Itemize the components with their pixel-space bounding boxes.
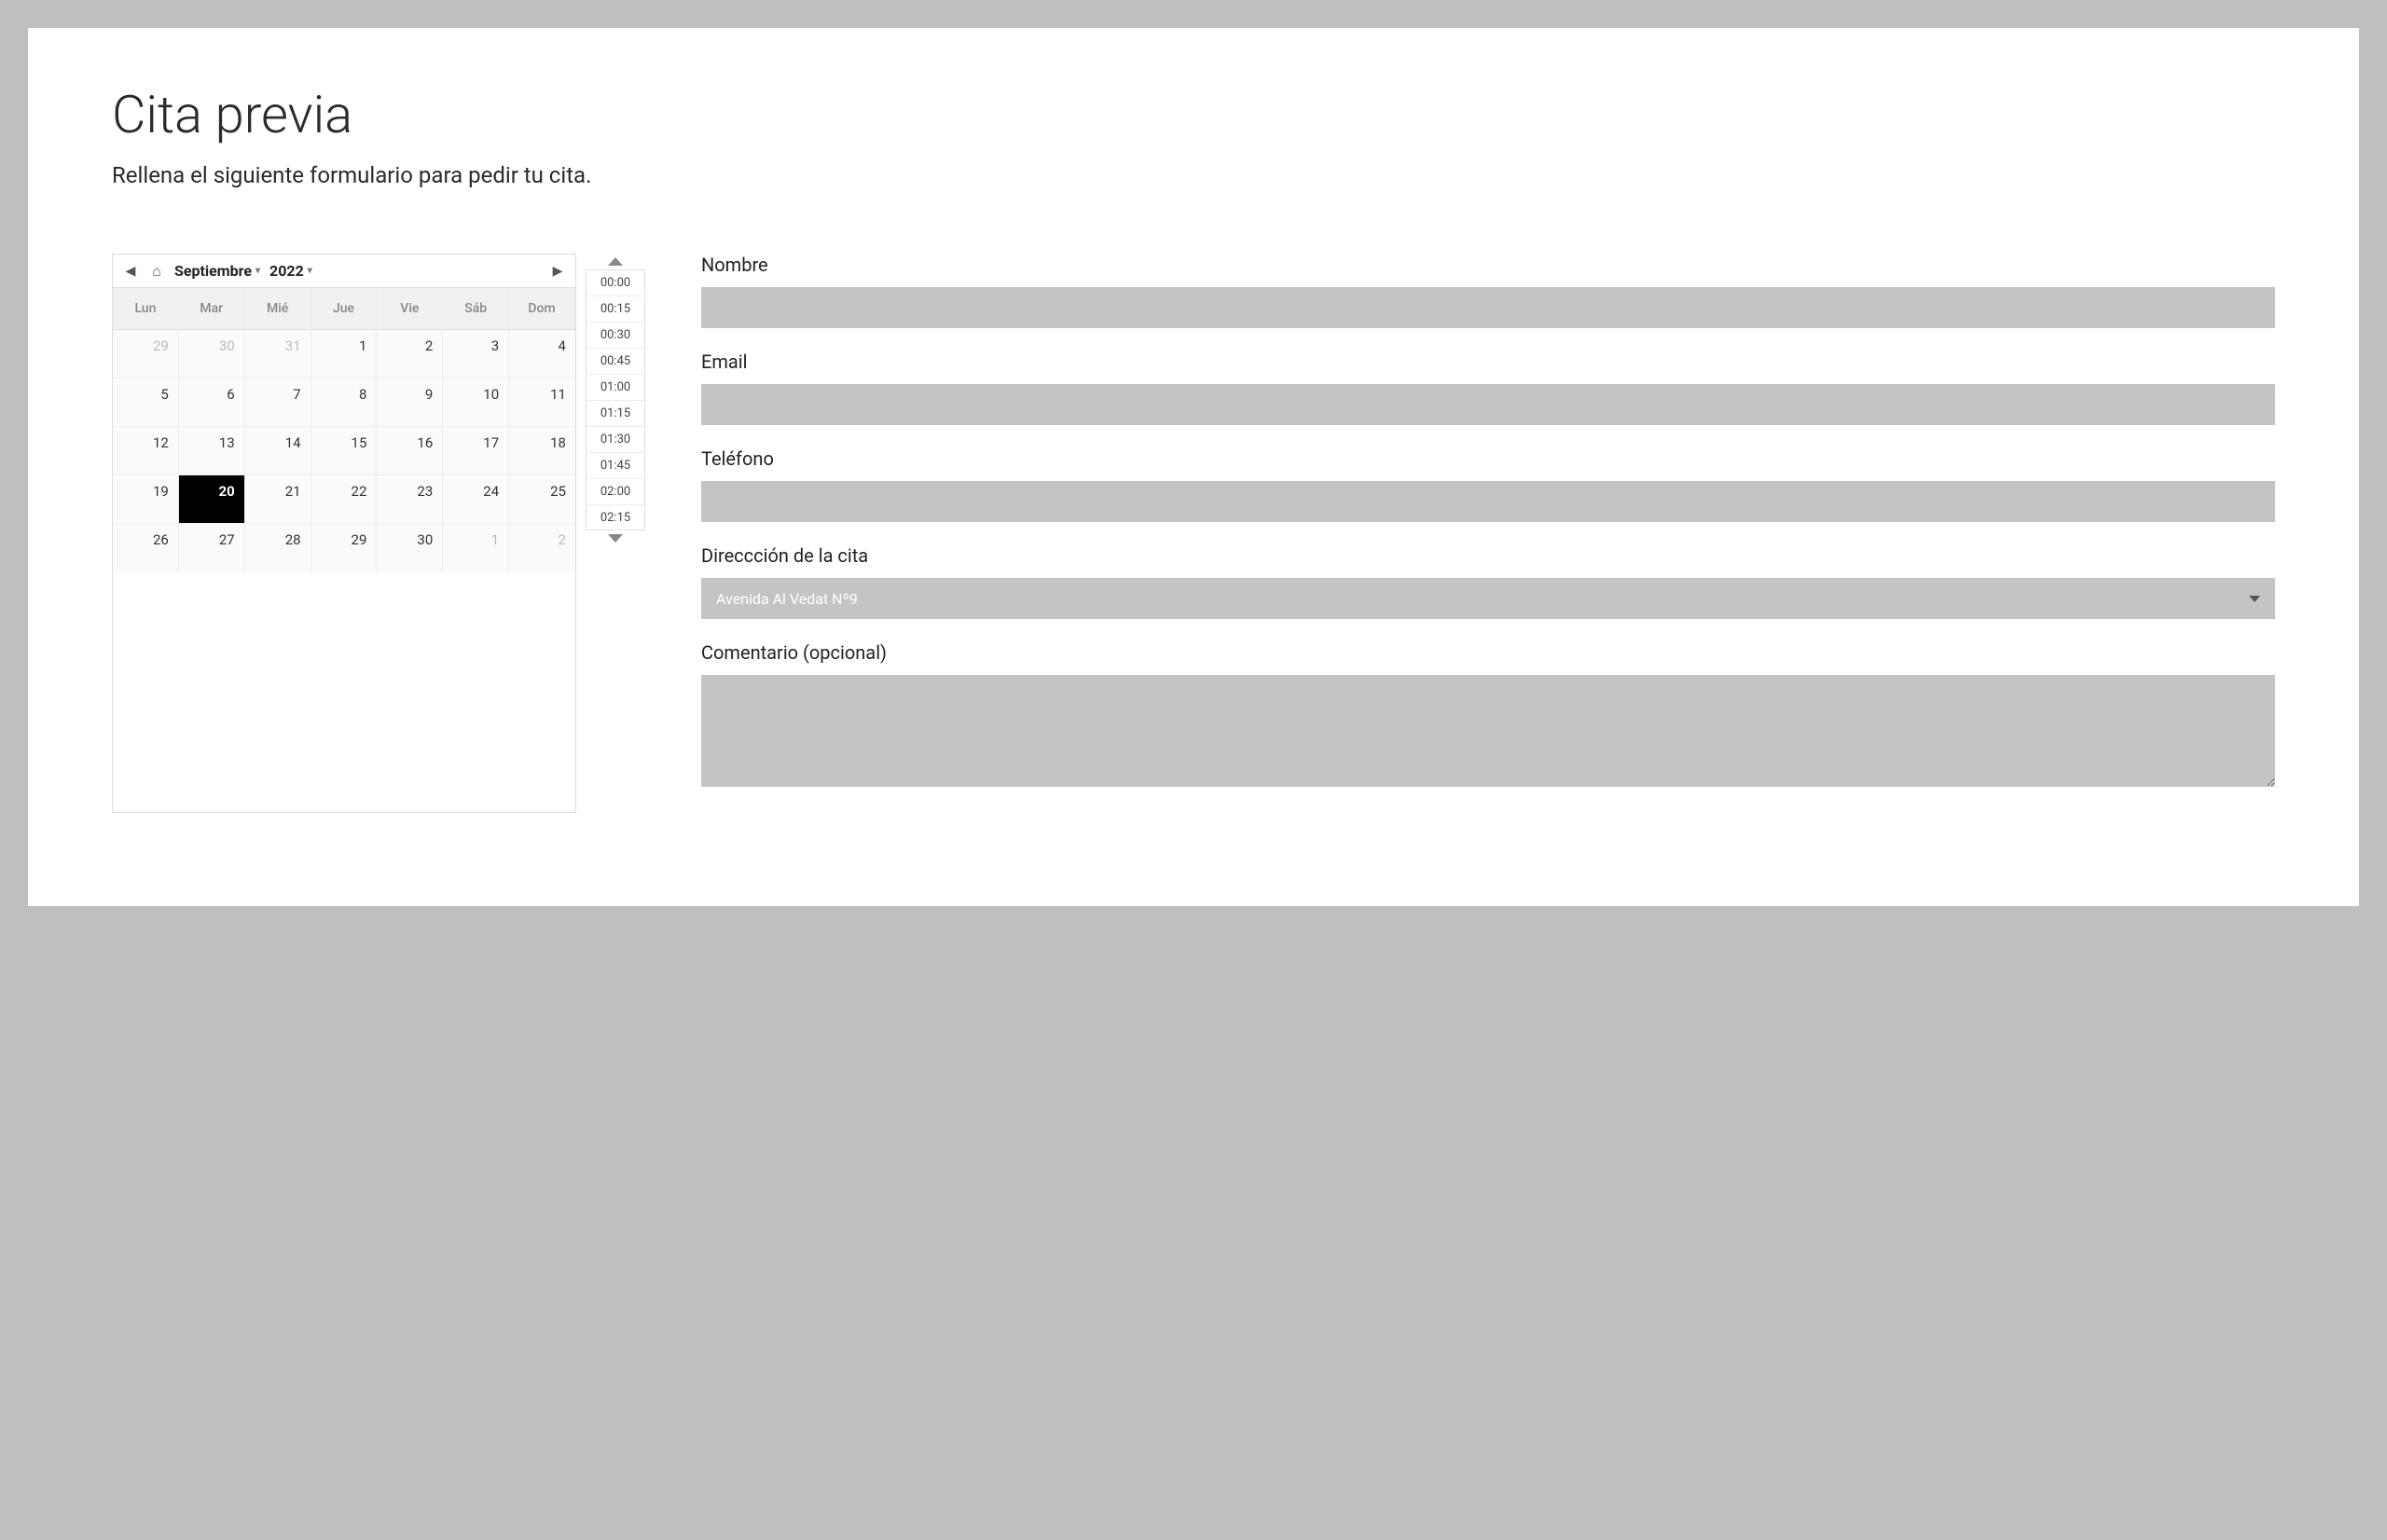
time-slot[interactable]: 00:45 — [586, 349, 644, 375]
calendar-dow-header: Jue — [311, 287, 378, 330]
time-slot-list[interactable]: 00:0000:1500:3000:4501:0001:1501:3001:45… — [586, 269, 645, 530]
time-slot[interactable]: 02:00 — [586, 479, 644, 505]
time-slot[interactable]: 00:00 — [586, 270, 644, 296]
calendar-day-cell[interactable]: 12 — [113, 427, 179, 475]
name-input[interactable] — [701, 287, 2275, 328]
email-input[interactable] — [701, 384, 2275, 425]
calendar-day-cell[interactable]: 4 — [509, 330, 575, 378]
appointment-form: Nombre Email Teléfono Direccción de la c… — [701, 254, 2275, 813]
calendar-day-cell[interactable]: 18 — [509, 427, 575, 475]
calendar-day-cell[interactable]: 2 — [377, 330, 443, 378]
time-slot[interactable]: 01:45 — [586, 453, 644, 479]
field-name: Nombre — [701, 254, 2275, 328]
calendar-day-cell[interactable]: 8 — [311, 378, 378, 427]
page-title: Cita previa — [112, 84, 2275, 145]
calendar-day-cell[interactable]: 30 — [377, 524, 443, 572]
calendar-dow-header: Lun — [113, 287, 179, 330]
chevron-down-icon — [2249, 596, 2260, 602]
calendar-next-button[interactable]: ▶ — [549, 263, 566, 280]
calendar-dow-header: Sáb — [443, 287, 509, 330]
calendar-day-cell[interactable]: 1 — [311, 330, 378, 378]
time-slot[interactable]: 01:30 — [586, 427, 644, 453]
calendar-day-cell[interactable]: 31 — [245, 330, 311, 378]
page-subtitle: Rellena el siguiente formulario para ped… — [112, 162, 2275, 188]
calendar-day-cell[interactable]: 9 — [377, 378, 443, 427]
calendar-day-cell[interactable]: 1 — [443, 524, 509, 572]
calendar-month-select[interactable]: Septiembre ▾ — [174, 262, 260, 280]
field-phone: Teléfono — [701, 447, 2275, 522]
time-slot[interactable]: 02:15 — [586, 505, 644, 530]
calendar-day-cell[interactable]: 5 — [113, 378, 179, 427]
calendar-dow-header: Mar — [179, 287, 245, 330]
calendar-day-cell[interactable]: 24 — [443, 475, 509, 524]
calendar-day-cell[interactable]: 10 — [443, 378, 509, 427]
calendar-dow-header: Dom — [509, 287, 575, 330]
calendar-day-cell[interactable]: 28 — [245, 524, 311, 572]
comment-textarea[interactable] — [701, 675, 2275, 787]
calendar-day-cell[interactable]: 23 — [377, 475, 443, 524]
page-container: Cita previa Rellena el siguiente formula… — [28, 28, 2359, 906]
calendar-day-cell[interactable]: 29 — [113, 330, 179, 378]
calendar-dow-header: Vie — [377, 287, 443, 330]
field-comment: Comentario (opcional) — [701, 641, 2275, 791]
calendar-day-cell[interactable]: 20 — [179, 475, 245, 524]
calendar-year-label: 2022 — [269, 262, 304, 280]
calendar-day-cell[interactable]: 14 — [245, 427, 311, 475]
calendar-day-cell[interactable]: 19 — [113, 475, 179, 524]
calendar-day-cell[interactable]: 21 — [245, 475, 311, 524]
time-slot[interactable]: 00:15 — [586, 296, 644, 323]
address-selected-value: Avenida Al Vedat Nº9 — [716, 590, 858, 608]
calendar-day-cell[interactable]: 29 — [311, 524, 378, 572]
time-slot[interactable]: 00:30 — [586, 323, 644, 349]
calendar-day-cell[interactable]: 22 — [311, 475, 378, 524]
calendar-day-cell[interactable]: 26 — [113, 524, 179, 572]
calendar-day-cell[interactable]: 27 — [179, 524, 245, 572]
calendar-day-cell[interactable]: 30 — [179, 330, 245, 378]
time-picker: 00:0000:1500:3000:4501:0001:1501:3001:45… — [586, 254, 645, 813]
calendar-day-cell[interactable]: 2 — [509, 524, 575, 572]
time-slot[interactable]: 01:00 — [586, 375, 644, 401]
caret-down-icon: ▾ — [308, 266, 312, 276]
calendar-prev-button[interactable]: ◀ — [122, 263, 139, 280]
calendar-day-cell[interactable]: 16 — [377, 427, 443, 475]
calendar-day-cell[interactable]: 11 — [509, 378, 575, 427]
name-label: Nombre — [701, 254, 2275, 276]
field-address: Direccción de la cita Avenida Al Vedat N… — [701, 544, 2275, 619]
time-scroll-down-button[interactable] — [608, 534, 623, 543]
calendar-home-button[interactable]: ⌂ — [148, 263, 165, 280]
phone-input[interactable] — [701, 481, 2275, 522]
calendar-month-label: Septiembre — [174, 262, 252, 280]
calendar-dow-header: Mié — [245, 287, 311, 330]
calendar-day-cell[interactable]: 3 — [443, 330, 509, 378]
address-select[interactable]: Avenida Al Vedat Nº9 — [701, 578, 2275, 619]
calendar-grid: LunMarMiéJueVieSábDom2930311234567891011… — [113, 287, 575, 572]
email-label: Email — [701, 351, 2275, 373]
calendar-day-cell[interactable]: 13 — [179, 427, 245, 475]
calendar: ◀ ⌂ Septiembre ▾ 2022 ▾ ▶ LunMarMiéJueVi… — [112, 254, 576, 813]
calendar-year-select[interactable]: 2022 ▾ — [269, 262, 312, 280]
time-slot[interactable]: 01:15 — [586, 401, 644, 427]
calendar-day-cell[interactable]: 6 — [179, 378, 245, 427]
calendar-day-cell[interactable]: 25 — [509, 475, 575, 524]
calendar-day-cell[interactable]: 7 — [245, 378, 311, 427]
calendar-day-cell[interactable]: 15 — [311, 427, 378, 475]
phone-label: Teléfono — [701, 447, 2275, 470]
field-email: Email — [701, 351, 2275, 425]
datetime-picker: ◀ ⌂ Septiembre ▾ 2022 ▾ ▶ LunMarMiéJueVi… — [112, 254, 645, 813]
calendar-toolbar: ◀ ⌂ Septiembre ▾ 2022 ▾ ▶ — [113, 254, 575, 287]
caret-down-icon: ▾ — [255, 266, 260, 276]
address-label: Direccción de la cita — [701, 544, 2275, 567]
comment-label: Comentario (opcional) — [701, 641, 2275, 664]
content-row: ◀ ⌂ Septiembre ▾ 2022 ▾ ▶ LunMarMiéJueVi… — [112, 254, 2275, 813]
calendar-day-cell[interactable]: 17 — [443, 427, 509, 475]
time-scroll-up-button[interactable] — [608, 257, 623, 266]
